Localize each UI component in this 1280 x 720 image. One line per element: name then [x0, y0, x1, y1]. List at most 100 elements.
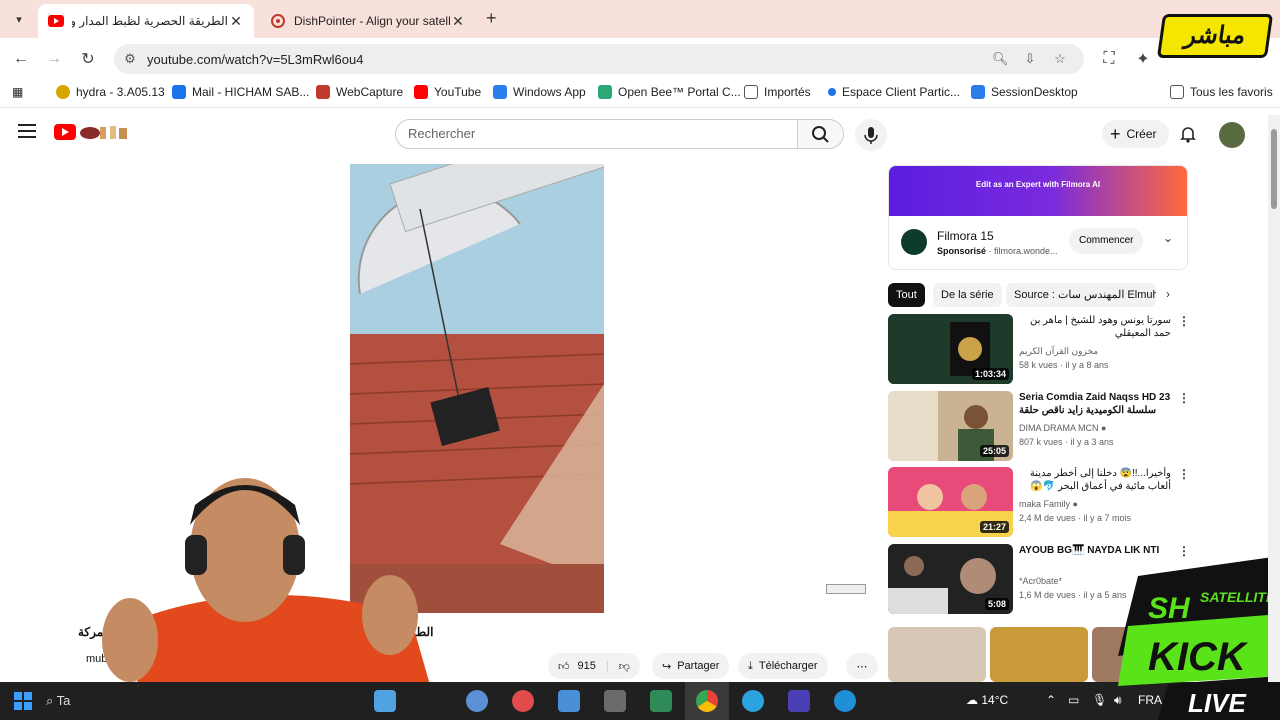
page-scrollbar[interactable]: [1268, 115, 1280, 682]
recommendation-title[interactable]: Seria Comdia Zaid Naqss HD 23 سلسلة الكو…: [1019, 391, 1171, 417]
short-thumbnail[interactable]: [888, 627, 986, 682]
recommendation-channel[interactable]: مخزون القرآن الكريم: [1019, 346, 1098, 357]
back-button[interactable]: ←: [10, 48, 32, 70]
telegram-icon[interactable]: [742, 690, 764, 712]
bookmark-label: Mail - HICHAM SAB...: [192, 85, 310, 99]
video-thumbnail[interactable]: 25:05: [888, 391, 1013, 461]
recommendation-channel[interactable]: DIMA DRAMA MCN ●: [1019, 423, 1106, 433]
chip-source[interactable]: Source : المهندس سات Elmuhand: [1006, 283, 1156, 307]
file-explorer-icon[interactable]: [374, 690, 396, 712]
create-button[interactable]: + Créer: [1102, 120, 1169, 148]
svg-text:SATELLITE: SATELLITE: [1200, 589, 1276, 605]
menu-icon[interactable]: [18, 124, 36, 138]
account-avatar[interactable]: [1219, 122, 1245, 148]
subscribe-watermark[interactable]: [826, 584, 866, 594]
bookmark-item[interactable]: Mail - HICHAM SAB...: [172, 85, 309, 99]
windows-start-icon[interactable]: [14, 692, 32, 710]
app-icon[interactable]: [466, 690, 488, 712]
bookmark-star-icon[interactable]: ☆: [1052, 51, 1068, 67]
download-button[interactable]: ⤓ Télécharger: [738, 653, 828, 679]
bookmark-item[interactable]: Open Bee™ Portal C...: [598, 85, 741, 99]
short-thumbnail[interactable]: [990, 627, 1088, 682]
recommendation-channel[interactable]: maka Family ●: [1019, 499, 1078, 509]
verified-icon: ●: [1101, 423, 1107, 433]
svg-text:LIVE: LIVE: [1188, 688, 1246, 718]
chrome-icon[interactable]: [696, 690, 718, 712]
download-label: Télécharger: [758, 660, 818, 672]
tab-youtube[interactable]: الطريقة الحصرية لظبط المدار وظ ✕: [38, 4, 254, 38]
more-options-icon[interactable]: ⋮: [1178, 467, 1190, 481]
bookmark-item[interactable]: Windows App: [493, 85, 586, 99]
screenshot-icon[interactable]: ⛶: [1098, 48, 1120, 70]
tab-dishpointer[interactable]: DishPointer - Align your satellit ✕: [260, 4, 476, 38]
recommendation-item[interactable]: 1:03:34 سورتا يونس وهود للشيخ | ماهر بن …: [888, 314, 1190, 384]
search-input[interactable]: Rechercher: [395, 119, 798, 149]
video-thumbnail[interactable]: 1:03:34: [888, 314, 1013, 384]
close-icon[interactable]: ✕: [228, 13, 244, 30]
bookmark-item[interactable]: YouTube: [414, 85, 481, 99]
calculator-icon[interactable]: [604, 690, 626, 712]
chevron-right-icon[interactable]: ›: [1166, 287, 1170, 301]
app-icon[interactable]: [558, 690, 580, 712]
more-options-icon[interactable]: ⋮: [1178, 314, 1190, 328]
chip-all[interactable]: Tout: [888, 283, 925, 307]
network-icon[interactable]: ▭: [1068, 693, 1079, 707]
tab-search-button[interactable]: ▾: [6, 6, 32, 32]
chevron-up-icon[interactable]: ⌃: [1046, 693, 1056, 707]
taskbar-search[interactable]: ⌕ Ta: [46, 686, 86, 716]
recommendation-item[interactable]: 21:27 وأخيرا...!!😨 دخلنا إلى أخطر مدينة …: [888, 467, 1190, 537]
share-button[interactable]: ↪ Partager: [652, 653, 730, 679]
chevron-down-icon[interactable]: ⌄: [1163, 231, 1173, 245]
recommendation-item[interactable]: 25:05 Seria Comdia Zaid Naqss HD 23 سلسل…: [888, 391, 1190, 461]
zoom-icon[interactable]: 🔍︎: [992, 51, 1009, 67]
extensions-icon[interactable]: ✦: [1132, 48, 1154, 70]
bookmark-item[interactable]: SessionDesktop: [971, 85, 1078, 99]
video-thumbnail[interactable]: 5:08: [888, 544, 1013, 614]
recommendation-channel[interactable]: *Acr0bate*: [1019, 576, 1062, 586]
folder-item[interactable]: Importés: [744, 85, 811, 99]
close-icon[interactable]: ✕: [450, 13, 466, 30]
all-bookmarks-folder[interactable]: Tous les favoris: [1170, 85, 1273, 99]
thumbs-down-icon[interactable]: 👎︎: [619, 660, 630, 673]
youtube-logo[interactable]: [54, 124, 76, 140]
chip-series[interactable]: De la série: [933, 283, 1002, 307]
notifications-bell-icon[interactable]: [1178, 124, 1198, 144]
microphone-icon: [864, 127, 878, 144]
search-button[interactable]: [797, 119, 844, 149]
recommendation-title[interactable]: وأخيرا...!!😨 دخلنا إلى أخطر مدينة ألعاب …: [1019, 467, 1171, 494]
site-info-icon[interactable]: ⚙: [122, 51, 138, 67]
app-icon[interactable]: [788, 690, 810, 712]
ad-cta-button[interactable]: Commencer: [1069, 228, 1144, 254]
taskbar-search-label: Ta: [56, 693, 71, 708]
bookmark-label: Open Bee™ Portal C...: [618, 85, 741, 99]
reload-button[interactable]: ↻: [77, 48, 99, 70]
recommendation-title[interactable]: سورتا يونس وهود للشيخ | ماهر بن حمد المع…: [1019, 314, 1171, 340]
more-options-icon[interactable]: ⋮: [1178, 391, 1190, 405]
bookmark-item[interactable]: Espace Client Partic...: [828, 85, 960, 99]
tab-title: الطريقة الحصرية لظبط المدار وظ: [72, 14, 228, 28]
voice-search-button[interactable]: [855, 119, 887, 151]
address-bar[interactable]: ⚙ youtube.com/watch?v=5L3mRwl6ou4 🔍︎ ⇩ ☆: [114, 44, 1084, 74]
more-actions-button[interactable]: ⋯: [846, 653, 878, 679]
edge-icon[interactable]: [834, 690, 856, 712]
microphone-icon[interactable]: 🎙︎: [1092, 693, 1107, 707]
like-button[interactable]: 👍︎ 915 | 👎︎: [548, 653, 640, 679]
weather-widget[interactable]: ☁ 14°C: [966, 693, 1008, 707]
scrollbar-thumb[interactable]: [1271, 129, 1277, 209]
video-duration: 5:08: [984, 598, 1009, 610]
sponsored-ad[interactable]: Edit as an Expert with Filmora AI Filmor…: [888, 165, 1188, 270]
apps-grid-icon[interactable]: ▦: [12, 85, 23, 99]
youtube-doodle-icon[interactable]: [78, 123, 130, 141]
video-thumbnail[interactable]: 21:27: [888, 467, 1013, 537]
bookmark-label: Importés: [764, 85, 811, 99]
bookmark-item[interactable]: hydra - 3.A05.13: [56, 85, 165, 99]
app-icon[interactable]: [650, 690, 672, 712]
folder-icon: [1170, 85, 1184, 99]
forward-button[interactable]: →: [43, 48, 65, 70]
app-icon[interactable]: [512, 690, 534, 712]
bookmark-item[interactable]: WebCapture: [316, 85, 403, 99]
install-app-icon[interactable]: ⇩: [1022, 51, 1038, 67]
ad-banner[interactable]: Edit as an Expert with Filmora AI: [889, 166, 1187, 216]
folder-icon: [744, 85, 758, 99]
new-tab-button[interactable]: +: [486, 8, 497, 29]
